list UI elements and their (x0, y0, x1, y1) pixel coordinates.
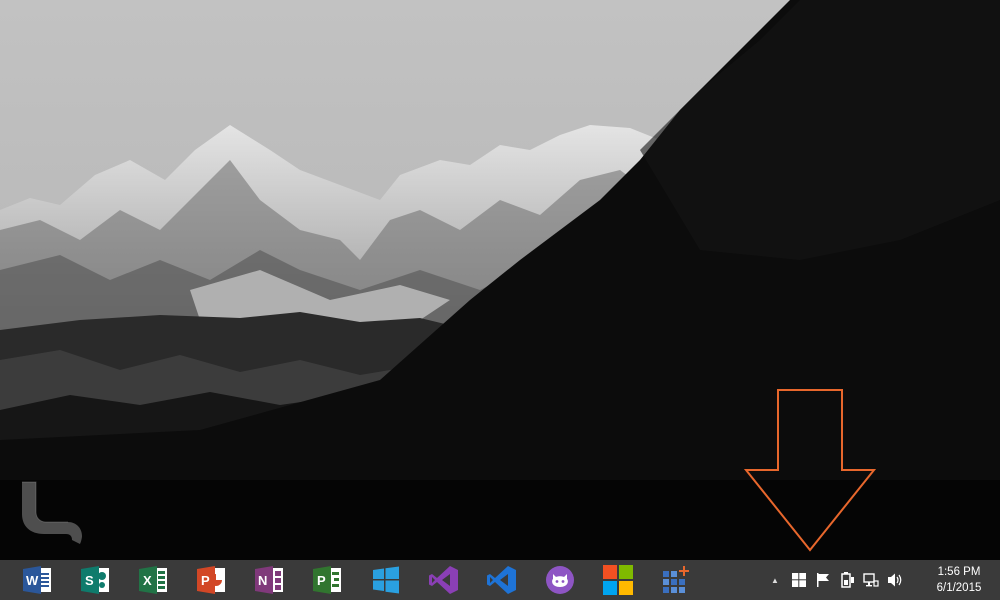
taskbar: W S X P N P ▲ 1:56 PM 6/1/2015 (0, 560, 1000, 600)
sharepoint-letter: S (85, 573, 94, 588)
chevron-up-icon: ▲ (771, 575, 779, 585)
network-monitor-icon (863, 573, 879, 587)
visual-studio-icon (429, 566, 458, 594)
project-app-button[interactable]: P (312, 564, 344, 596)
project-icon: P (313, 566, 341, 594)
windows-tray-button[interactable] (790, 571, 808, 589)
excel-icon: X (139, 566, 167, 594)
watermark-logo (22, 481, 82, 544)
microsoft-app-button[interactable] (602, 564, 634, 596)
word-icon: W (23, 566, 51, 594)
onenote-letter: N (258, 573, 267, 588)
github-app-button[interactable] (544, 564, 576, 596)
windows-small-icon (792, 573, 806, 587)
action-center-button[interactable] (814, 571, 832, 589)
tile-app-button[interactable] (660, 564, 692, 596)
word-letter: W (26, 573, 39, 588)
battery-button[interactable] (838, 571, 856, 589)
clock[interactable]: 1:56 PM 6/1/2015 (922, 564, 996, 596)
taskbar-pinned-apps: W S X P N P (22, 560, 718, 600)
clock-date: 6/1/2015 (936, 582, 982, 594)
word-app-button[interactable]: W (22, 564, 54, 596)
flag-icon (817, 573, 829, 587)
project-letter: P (317, 573, 326, 588)
powerpoint-app-button[interactable]: P (196, 564, 228, 596)
speaker-volume-icon (888, 573, 902, 587)
windows-store-app-button[interactable] (370, 564, 402, 596)
excel-letter: X (143, 573, 152, 588)
network-button[interactable] (862, 571, 880, 589)
excel-app-button[interactable]: X (138, 564, 170, 596)
desktop (0, 0, 1000, 560)
system-tray: ▲ 1:56 PM 6/1/2015 (766, 560, 1000, 600)
microsoft-logo-icon (603, 565, 633, 595)
windows-logo-icon (373, 566, 399, 594)
github-octocat-icon (546, 566, 574, 594)
visual-studio-code-icon (487, 566, 516, 594)
show-hidden-icons-button[interactable]: ▲ (766, 571, 784, 589)
onenote-app-button[interactable]: N (254, 564, 286, 596)
annotation-arrow (743, 389, 877, 552)
powerpoint-letter: P (201, 573, 210, 588)
clock-time: 1:56 PM (937, 566, 981, 578)
tiles-grid-icon (663, 566, 689, 593)
volume-button[interactable] (886, 571, 904, 589)
onenote-icon: N (255, 566, 283, 594)
visual-studio-code-app-button[interactable] (486, 564, 518, 596)
arrow-shape (743, 389, 877, 552)
battery-power-icon (841, 572, 854, 588)
sharepoint-icon: S (81, 566, 109, 594)
sharepoint-app-button[interactable]: S (80, 564, 112, 596)
visual-studio-app-button[interactable] (428, 564, 460, 596)
powerpoint-icon: P (197, 566, 225, 594)
